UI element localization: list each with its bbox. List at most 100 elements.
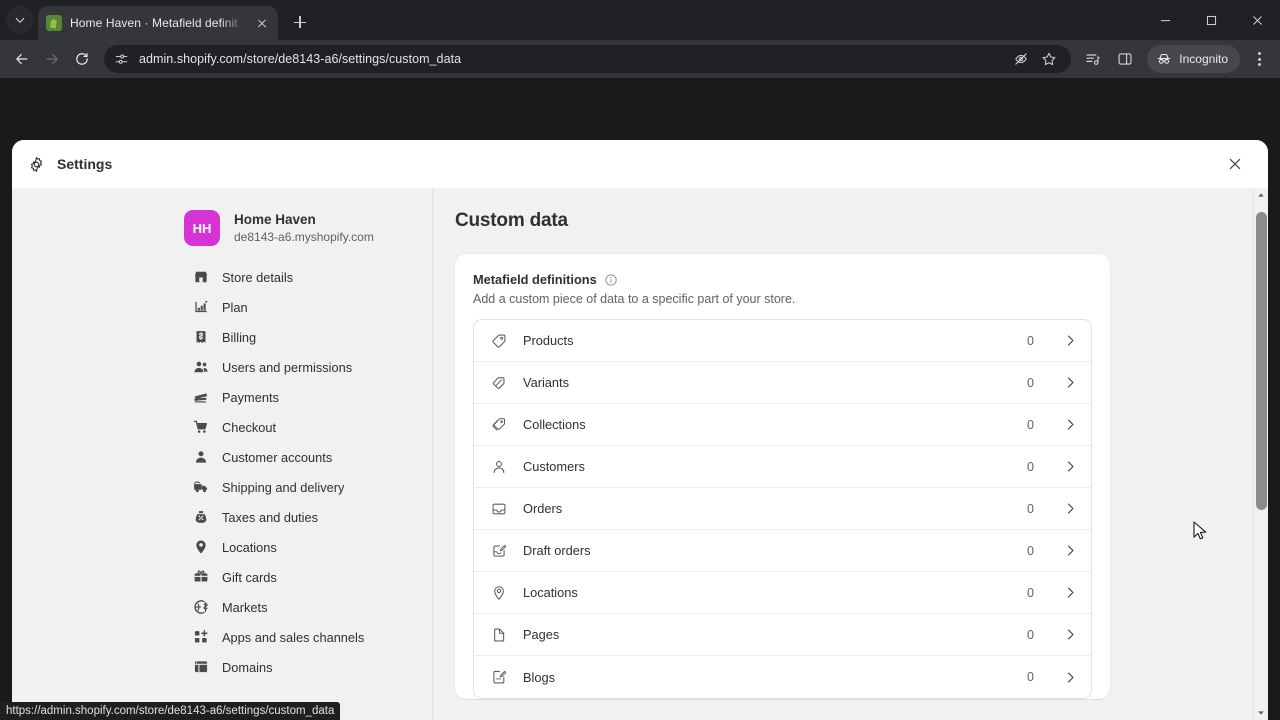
sidebar-item-shipping-and-delivery[interactable]: Shipping and delivery xyxy=(184,472,418,502)
sidebar-item-label: Gift cards xyxy=(222,569,277,585)
chevron-right-icon xyxy=(1067,672,1074,682)
new-tab-button[interactable] xyxy=(286,8,314,36)
sidebar-item-apps-and-sales-channels[interactable]: Apps and sales channels xyxy=(184,622,418,652)
row-label: Variants xyxy=(523,375,569,390)
variant-icon xyxy=(490,374,507,391)
scroll-up-button[interactable] xyxy=(1254,188,1268,202)
sidebar-item-plan[interactable]: Plan xyxy=(184,292,418,322)
sidebar-item-label: Taxes and duties xyxy=(222,509,319,525)
vertical-scrollbar[interactable] xyxy=(1253,188,1268,720)
sidebar-item-gift-cards[interactable]: Gift cards xyxy=(184,562,418,592)
users-icon xyxy=(192,359,209,376)
chevron-right-icon xyxy=(1067,377,1074,388)
url-text: admin.shopify.com/store/de8143-a6/settin… xyxy=(139,52,462,66)
card-subtitle: Add a custom piece of data to a specific… xyxy=(473,292,796,306)
sidebar-item-domains[interactable]: Domains xyxy=(184,652,418,682)
eye-off-icon[interactable] xyxy=(1013,51,1029,67)
row-label: Blogs xyxy=(523,669,556,685)
shopify-bag-icon xyxy=(46,15,62,31)
gift-card-icon xyxy=(192,569,209,586)
incognito-indicator[interactable]: Incognito xyxy=(1147,45,1240,73)
arrow-left-icon xyxy=(16,54,28,64)
caret-down-icon xyxy=(1258,711,1264,715)
sidebar-item-store-details[interactable]: Store details xyxy=(184,262,418,292)
sidebar-item-customer-accounts[interactable]: Customer accounts xyxy=(184,442,418,472)
card-title: Metafield definitions xyxy=(473,272,597,287)
browser-tab[interactable]: Home Haven · Metafield definit xyxy=(38,6,278,40)
close-icon xyxy=(1229,158,1241,170)
tag-icon xyxy=(490,332,507,349)
table-row[interactable]: Blogs 0 xyxy=(474,656,1091,698)
incognito-hat-icon xyxy=(1158,54,1171,64)
maximize-button[interactable] xyxy=(1188,0,1234,40)
site-settings-icon[interactable] xyxy=(114,52,129,67)
status-bar-link: https://admin.shopify.com/store/de8143-a… xyxy=(0,702,341,720)
sidebar-item-label: Users and permissions xyxy=(222,359,353,375)
row-label: Draft orders xyxy=(523,543,591,558)
sidebar-item-locations[interactable]: Locations xyxy=(184,532,418,562)
table-row[interactable]: Locations 0 xyxy=(474,572,1091,614)
table-row[interactable]: Pages 0 xyxy=(474,614,1091,656)
sidebar-item-label: Plan xyxy=(222,299,248,315)
domain-icon xyxy=(192,659,209,676)
sidebar-item-label: Locations xyxy=(222,539,277,555)
chevron-right-icon xyxy=(1067,587,1074,598)
address-bar[interactable]: admin.shopify.com/store/de8143-a6/settin… xyxy=(104,45,1072,73)
kebab-menu-icon[interactable] xyxy=(1246,45,1272,73)
sidebar-item-taxes-and-duties[interactable]: Taxes and duties xyxy=(184,502,418,532)
table-row[interactable]: Products 0 xyxy=(474,320,1091,362)
close-window-button[interactable] xyxy=(1234,0,1280,40)
table-row[interactable]: Orders 0 xyxy=(474,488,1091,530)
modal-body: HH Home Haven de8143-a6.myshopify.com St… xyxy=(12,188,1268,720)
metafield-definitions-card: Metafield definitions Add a custom piece… xyxy=(455,254,1110,699)
scrollbar-track[interactable] xyxy=(1254,202,1268,706)
table-row[interactable]: Customers 0 xyxy=(474,446,1091,488)
info-icon[interactable] xyxy=(604,273,618,287)
sidebar-item-users-and-permissions[interactable]: Users and permissions xyxy=(184,352,418,382)
tab-search-button[interactable] xyxy=(6,6,34,34)
minimize-button[interactable] xyxy=(1142,0,1188,40)
close-icon xyxy=(1252,15,1262,25)
sidebar-item-billing[interactable]: Billing xyxy=(184,322,418,352)
chevron-right-icon xyxy=(1067,419,1074,430)
sidebar-item-checkout[interactable]: Checkout xyxy=(184,412,418,442)
row-count: 0 xyxy=(1027,585,1034,600)
settings-nav-list: Store details Plan Billing Users and per… xyxy=(12,262,432,682)
modal-close-button[interactable] xyxy=(1224,153,1246,175)
row-count: 0 xyxy=(1027,417,1034,432)
sidebar-item-markets[interactable]: Markets xyxy=(184,592,418,622)
modal-title: Settings xyxy=(57,156,113,172)
sidebar-item-payments[interactable]: Payments xyxy=(184,382,418,412)
modal-header: Settings xyxy=(12,140,1268,188)
globe-icon xyxy=(192,599,209,616)
tab-close-button[interactable] xyxy=(254,15,270,31)
reload-button[interactable] xyxy=(68,45,96,73)
chevron-right-icon xyxy=(1067,503,1074,514)
sidebar-item-label: Shipping and delivery xyxy=(222,479,345,495)
row-count: 0 xyxy=(1027,670,1034,684)
forward-button[interactable] xyxy=(38,45,66,73)
row-count: 0 xyxy=(1027,501,1034,516)
store-icon xyxy=(192,269,209,286)
row-label: Collections xyxy=(523,417,586,432)
reading-list-icon[interactable] xyxy=(1079,45,1107,73)
sidebar-item-label: Markets xyxy=(222,599,268,615)
row-count: 0 xyxy=(1027,333,1034,348)
definitions-list: Products 0 Variants 0 Collections 0 Cust… xyxy=(473,319,1092,699)
star-icon[interactable] xyxy=(1041,51,1057,67)
side-panel-icon[interactable] xyxy=(1111,45,1139,73)
store-card-name: Home Haven xyxy=(234,211,316,227)
back-button[interactable] xyxy=(8,45,36,73)
table-row[interactable]: Draft orders 0 xyxy=(474,530,1091,572)
sidebar-store-card[interactable]: HH Home Haven de8143-a6.myshopify.com xyxy=(184,210,412,246)
tab-title: Home Haven · Metafield definit xyxy=(70,16,238,30)
scroll-down-button[interactable] xyxy=(1254,706,1268,720)
sidebar-item-label: Apps and sales channels xyxy=(222,629,365,645)
table-row[interactable]: Collections 0 xyxy=(474,404,1091,446)
table-row[interactable]: Variants 0 xyxy=(474,362,1091,404)
order-icon xyxy=(490,500,507,517)
truck-icon xyxy=(192,479,209,496)
store-avatar: HH xyxy=(184,210,220,246)
scrollbar-thumb[interactable] xyxy=(1256,212,1267,510)
sidebar-item-label: Store details xyxy=(222,269,294,285)
